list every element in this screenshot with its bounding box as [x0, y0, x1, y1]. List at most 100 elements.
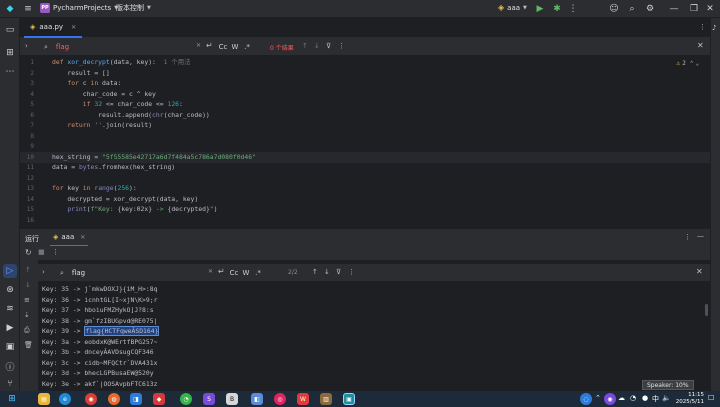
services-icon[interactable]: ▶	[3, 321, 17, 335]
more-icon[interactable]: ⋮	[566, 2, 580, 16]
store-icon[interactable]: ◨	[130, 393, 142, 405]
python-packages-icon[interactable]: ⊛	[3, 283, 17, 297]
editor-find-bar: › ⌕ flag ✕ ↵ Cc W .* 0 个结果 ↑ ↓ ⊽ ⋮ ✕	[20, 38, 710, 56]
pycharm-taskbar-icon[interactable]: ▣	[343, 393, 355, 405]
output-line: Key: 3e -> akf`|OOSAvpbFTC613z	[42, 379, 158, 388]
close-run-tab-icon[interactable]: ✕	[80, 234, 85, 241]
clear-search-icon[interactable]: ✕	[196, 42, 201, 49]
scroll-down-icon[interactable]: ↓	[25, 281, 31, 289]
run-more-icon[interactable]: ⋮	[52, 248, 59, 256]
inspection-widget[interactable]: ⚠ 2 ⌃ ⌄	[676, 59, 699, 67]
project-badge: PP	[40, 3, 50, 13]
console-output[interactable]: Key: 35 -> j`mkwDOXJ}{iM_H>:8q Key: 36 ->…	[38, 282, 710, 391]
stop-icon[interactable]: ■	[38, 248, 45, 256]
tray-wechat-icon[interactable]: ◔	[630, 394, 636, 402]
whole-words-button[interactable]: W	[240, 269, 252, 277]
code-line: decrypted = xor_decrypt(data, key)	[52, 194, 199, 203]
layers-icon[interactable]: ≋	[3, 302, 17, 316]
tray-purple-icon[interactable]: ◉	[604, 393, 616, 405]
volume-icon[interactable]: 🔈	[662, 394, 671, 402]
close-find-icon[interactable]: ✕	[696, 267, 703, 276]
app-purple-icon[interactable]: S	[203, 393, 215, 405]
regex-button[interactable]: .*	[252, 269, 264, 277]
whole-words-button[interactable]: W	[229, 43, 241, 51]
maximize-icon[interactable]: ❐	[687, 2, 701, 16]
match-case-button[interactable]: Cc	[228, 269, 240, 277]
expand-replace-icon[interactable]: ›	[25, 42, 28, 50]
find-input[interactable]: ⌕ flag	[40, 40, 200, 54]
wechat-icon[interactable]: ◔	[180, 393, 192, 405]
debug-icon[interactable]: ✱	[550, 2, 564, 16]
find-options-icon[interactable]: ⋮	[348, 268, 355, 276]
scroll-to-end-icon[interactable]: ⇣	[24, 311, 30, 319]
folder-icon[interactable]: ▭	[3, 23, 17, 37]
new-line-icon[interactable]: ↵	[206, 41, 213, 50]
filter-icon[interactable]: ⊽	[336, 268, 341, 276]
clear-output-icon[interactable]: 🗑	[24, 341, 33, 349]
notification-center-icon[interactable]: ☐	[708, 394, 714, 402]
account-icon[interactable]: ☺	[607, 2, 621, 16]
chrome-icon[interactable]: ◉	[85, 393, 97, 405]
app-blue-icon[interactable]: ◧	[251, 393, 263, 405]
search-icon: ⌕	[44, 42, 48, 51]
code-editor[interactable]: 1 2 3 4 5 6 7 8 9 10 11 12 13 14 15 16 def xor_decrypt(…	[20, 56, 710, 228]
regex-button[interactable]: .*	[241, 43, 253, 51]
app-pink-icon[interactable]: ◎	[274, 393, 286, 405]
rerun-icon[interactable]: ↻	[25, 248, 32, 257]
vcs-selector[interactable]: 版本控制 ▼	[116, 3, 151, 13]
project-selector[interactable]: PP PycharmProjects ▼	[40, 3, 118, 13]
console-scrollbar[interactable]	[705, 304, 708, 316]
previous-occurrence-icon[interactable]: ↑	[312, 268, 318, 276]
app-brown-icon[interactable]: ▥	[320, 393, 332, 405]
minimize-icon[interactable]: —	[667, 2, 681, 16]
new-line-icon[interactable]: ↵	[218, 267, 225, 276]
run-sidebar: ↑ ↓ ≡ ⇣ ⎙ 🗑	[20, 260, 38, 391]
filter-icon[interactable]: ⊽	[326, 42, 331, 50]
structure-icon[interactable]: ⊞	[3, 46, 17, 60]
clear-search-icon[interactable]: ✕	[208, 268, 213, 275]
firefox-icon[interactable]: ◍	[108, 393, 120, 405]
print-icon[interactable]: ⎙	[24, 326, 30, 335]
expand-icon[interactable]: ›	[42, 268, 45, 276]
tab-aaa-py[interactable]: ◈ aaa.py ✕	[24, 18, 83, 38]
tray-app-icon[interactable]: ◌	[580, 393, 592, 405]
run-icon[interactable]: ▶	[533, 2, 547, 16]
previous-occurrence-icon[interactable]: ↑	[302, 42, 308, 50]
selected-flag-text[interactable]: flag{HCTFqweÂSD164}	[84, 326, 160, 336]
hide-panel-icon[interactable]: —	[697, 232, 704, 240]
app-red-icon[interactable]: ◆	[153, 393, 165, 405]
close-tab-icon[interactable]: ✕	[71, 24, 76, 31]
run-tab-aaa[interactable]: ◈ aaa ✕	[50, 229, 89, 247]
match-case-button[interactable]: Cc	[217, 43, 229, 51]
run-config-selector[interactable]: ◈ aaa ▼	[498, 3, 527, 12]
next-occurrence-icon[interactable]: ↓	[314, 42, 320, 50]
git-icon[interactable]: ⑂	[3, 377, 17, 391]
more-tools-icon[interactable]: ⋯	[3, 65, 17, 79]
run-tool-icon[interactable]: ▷	[3, 264, 17, 278]
app-b-icon[interactable]: B	[226, 393, 238, 405]
scroll-up-icon[interactable]: ↑	[25, 266, 31, 274]
explorer-icon[interactable]: ▤	[38, 393, 50, 405]
soft-wrap-icon[interactable]: ≡	[24, 296, 30, 304]
find-options-icon[interactable]: ⋮	[338, 42, 345, 50]
next-occurrence-icon[interactable]: ↓	[324, 268, 330, 276]
tray-dot-icon[interactable]: ●	[642, 394, 648, 402]
tray-cloud-icon[interactable]: ☁	[618, 394, 625, 402]
close-find-icon[interactable]: ✕	[697, 41, 704, 50]
start-icon[interactable]: ⊞	[6, 393, 18, 405]
clock[interactable]: 11:15 2025/5/11	[672, 392, 704, 406]
language-indicator[interactable]: 中	[652, 394, 659, 404]
problems-icon[interactable]: ⓘ	[3, 359, 17, 373]
terminal-icon[interactable]: ▣	[3, 340, 17, 354]
main-menu-icon[interactable]: ≡	[21, 2, 35, 16]
run-panel-options-icon[interactable]: ⋮	[684, 233, 691, 241]
wps-icon[interactable]: W	[297, 393, 309, 405]
tab-options-icon[interactable]: ⋮	[699, 23, 706, 31]
tray-chevron-up-icon[interactable]: ⌃	[595, 394, 601, 402]
settings-icon[interactable]: ⚙	[643, 2, 657, 16]
notifications-icon[interactable]: ♪	[712, 24, 716, 32]
search-icon[interactable]: ⌕	[625, 2, 639, 16]
console-find-input[interactable]: ⌕ flag	[56, 266, 208, 280]
edge-icon[interactable]: e	[59, 393, 71, 405]
close-window-icon[interactable]: ✕	[703, 2, 717, 16]
